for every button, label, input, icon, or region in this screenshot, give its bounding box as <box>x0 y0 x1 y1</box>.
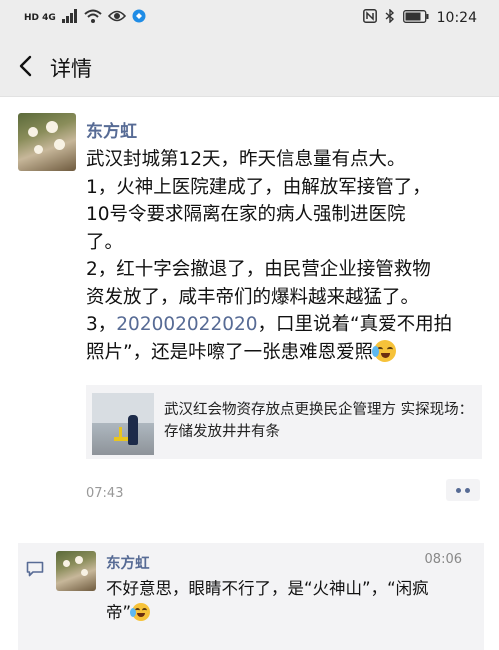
signal-icon <box>61 9 78 27</box>
wifi-icon <box>84 9 102 27</box>
back-arrow-icon[interactable] <box>16 54 38 78</box>
nav-bar: 详情 <box>0 36 499 97</box>
post-author[interactable]: 东方虹 <box>86 117 137 142</box>
comment-time: 08:06 <box>424 552 462 567</box>
bluetooth-icon <box>385 8 395 27</box>
shared-article-card[interactable]: 武汉红会物资存放点更换民企管理方 实探现场：存储发放井井有条 <box>86 385 482 459</box>
warehouse-thumbnail <box>92 393 154 455</box>
crying-laughing-emoji-icon <box>130 603 151 621</box>
status-bar: HD 4G 10:24 <box>0 0 499 36</box>
flower-decoration <box>28 127 38 137</box>
app-notification-icon <box>132 9 146 27</box>
flower-decoration <box>81 569 88 576</box>
post-time: 07:43 <box>86 486 124 501</box>
flower-decoration <box>75 556 83 564</box>
flower-decoration <box>34 145 43 154</box>
crying-laughing-emoji-icon <box>372 339 397 362</box>
avatar[interactable] <box>18 113 76 171</box>
flower-decoration <box>54 139 65 150</box>
comment-line: 不好意思，眼睛不行了，是“火神山”，“闲疯 <box>106 579 429 598</box>
battery-icon <box>402 9 429 27</box>
post-line-prefix: 3， <box>86 314 117 335</box>
status-time: 10:24 <box>436 10 477 26</box>
comment-author[interactable]: 东方虹 <box>106 552 150 573</box>
post-line: 1，火神上医院建成了，由解放军接管了， <box>86 176 431 198</box>
post-line: 10号令要求隔离在家的病人强制进医院 <box>86 204 406 225</box>
comment-text: 不好意思，眼睛不行了，是“火神山”，“闲疯 帝” <box>106 577 476 625</box>
flower-decoration <box>63 560 70 567</box>
network-type-label: HD 4G <box>24 13 56 23</box>
comment-icon[interactable] <box>26 561 44 577</box>
page-title: 详情 <box>50 57 92 81</box>
nfc-icon <box>362 9 377 27</box>
post-line: 照片”，还是咔嚓了一张患难恩爱照 <box>86 339 486 367</box>
post-line-text: 照片”，还是咔嚓了一张患难恩爱照 <box>86 341 374 363</box>
post-line: 资发放了，咸丰帝们的爆料越来越猛了。 <box>86 286 420 308</box>
post-content: 武汉封城第12天，昨天信息量有点大。 1，火神上医院建成了，由解放军接管了， 1… <box>86 146 486 366</box>
comment-line-wrap: 帝” <box>106 601 476 625</box>
flower-decoration <box>46 121 58 133</box>
post-line: 武汉封城第12天，昨天信息量有点大。 <box>86 149 406 170</box>
post-line-suffix: ，口里说着“真爱不用拍 <box>257 314 453 335</box>
comment-line: 帝” <box>106 603 132 622</box>
eye-comfort-icon <box>107 10 126 26</box>
post-line: 2，红十字会撤退了，由民营企业接管救物 <box>86 259 431 280</box>
post-line: 了。 <box>86 231 124 253</box>
article-title: 武汉红会物资存放点更换民企管理方 实探现场：存储发放井井有条 <box>164 402 474 440</box>
comment-avatar[interactable] <box>56 551 96 591</box>
more-dots-icon[interactable] <box>446 479 480 501</box>
moment-post: 东方虹 武汉封城第12天，昨天信息量有点大。 1，火神上医院建成了，由解放军接管… <box>0 97 499 537</box>
comment-section: 东方虹 08:06 不好意思，眼睛不行了，是“火神山”，“闲疯 帝” <box>18 543 484 650</box>
date-link[interactable]: 202002022020 <box>116 314 257 335</box>
post-line: 3，202002022020，口里说着“真爱不用拍 <box>86 311 486 339</box>
